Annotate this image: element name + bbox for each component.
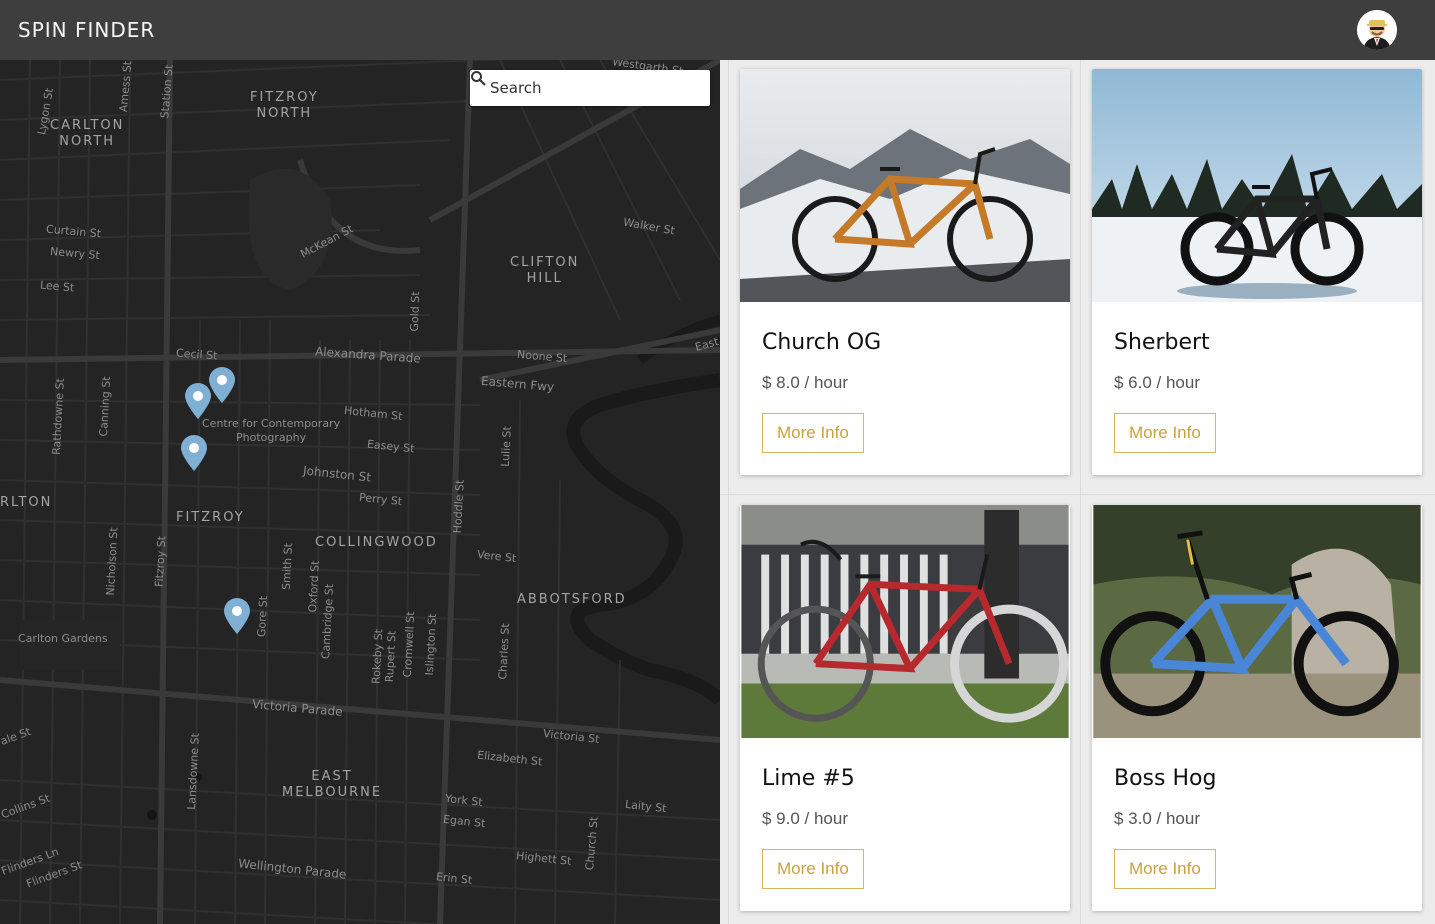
listing-name: Sherbert xyxy=(1114,330,1210,355)
listing-price: $ 8.0 / hour xyxy=(762,373,849,392)
bike-listings: Church OG $ 8.0 / hour More Info Sherber… xyxy=(720,60,1435,924)
divider xyxy=(1080,60,1081,924)
bike-photo xyxy=(1092,69,1422,302)
search-input[interactable] xyxy=(490,79,680,97)
divider xyxy=(728,60,729,924)
listing-card[interactable]: Church OG $ 8.0 / hour More Info xyxy=(740,69,1070,475)
listing-name: Boss Hog xyxy=(1114,766,1217,791)
bike-photo xyxy=(741,505,1069,738)
listing-card[interactable]: Lime #5 $ 9.0 / hour More Info xyxy=(740,505,1070,911)
map[interactable]: FITZROY NORTH CARLTON NORTH CLIFTON HILL FI… xyxy=(0,60,720,924)
search-icon xyxy=(471,71,486,86)
listing-name: Lime #5 xyxy=(762,766,855,791)
listing-price: $ 6.0 / hour xyxy=(1114,373,1201,392)
bike-photo xyxy=(740,69,1070,302)
more-info-button[interactable]: More Info xyxy=(762,413,864,453)
bike-location-pin[interactable] xyxy=(207,366,237,404)
listing-price: $ 3.0 / hour xyxy=(1114,809,1201,828)
divider xyxy=(720,494,1435,495)
listing-card[interactable]: Sherbert $ 6.0 / hour More Info xyxy=(1092,69,1422,475)
listing-name: Church OG xyxy=(762,330,882,355)
app-title[interactable]: SPIN FINDER xyxy=(18,18,155,42)
bike-location-pin[interactable] xyxy=(179,434,209,472)
map-streets-layer xyxy=(0,60,720,924)
bike-photo xyxy=(1093,505,1421,738)
bike-location-pin[interactable] xyxy=(222,597,252,635)
map-search-box[interactable] xyxy=(470,70,710,106)
top-bar: SPIN FINDER xyxy=(0,0,1435,60)
listing-card[interactable]: Boss Hog $ 3.0 / hour More Info xyxy=(1092,505,1422,911)
more-info-button[interactable]: More Info xyxy=(1114,849,1216,889)
more-info-button[interactable]: More Info xyxy=(1114,413,1216,453)
user-avatar-icon[interactable] xyxy=(1357,10,1397,50)
more-info-button[interactable]: More Info xyxy=(762,849,864,889)
listing-price: $ 9.0 / hour xyxy=(762,809,849,828)
